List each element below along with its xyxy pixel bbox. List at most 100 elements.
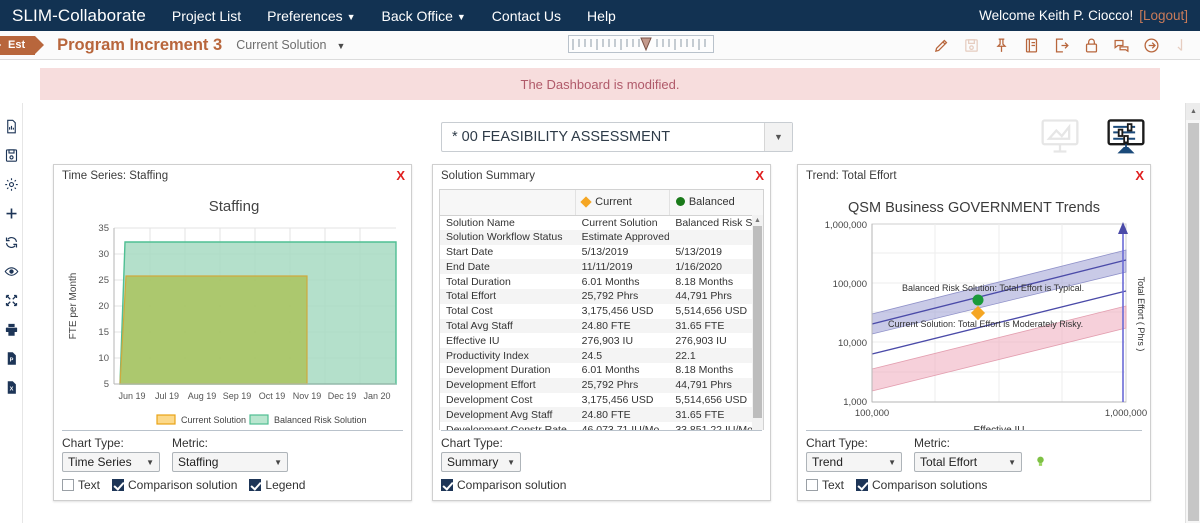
- checkbox-comparison-solutions[interactable]: [856, 479, 869, 491]
- nav-item-preferences[interactable]: Preferences ▼: [267, 8, 355, 24]
- chart-view-icon[interactable]: [1038, 115, 1082, 157]
- table-row[interactable]: Effective IU 276,903 IU 276,903 IU: [440, 333, 763, 349]
- settings-view-icon[interactable]: [1104, 115, 1148, 157]
- svg-text:Dec 19: Dec 19: [328, 391, 357, 401]
- checkbox-comparison-solution-label: Comparison solution: [128, 478, 238, 492]
- chat-icon[interactable]: [1113, 37, 1130, 54]
- row-label: Development Duration: [440, 362, 576, 378]
- svg-text:10,000: 10,000: [838, 338, 867, 349]
- svg-text:100,000: 100,000: [833, 279, 867, 290]
- table-row[interactable]: Development Duration 6.01 Months 8.18 Mont…: [440, 362, 763, 378]
- svg-text:10: 10: [98, 353, 109, 364]
- pin-icon[interactable]: [993, 37, 1010, 54]
- nav-item-contact-us[interactable]: Contact Us: [492, 8, 561, 24]
- status-banner: The Dashboard is modified.: [40, 68, 1160, 100]
- download-icon[interactable]: [1173, 37, 1190, 54]
- arrow-right-circle-icon[interactable]: [1143, 37, 1160, 54]
- panel-checkbox-row: Comparison solution: [441, 478, 762, 492]
- row-value: 25,792 Phrs: [575, 288, 670, 304]
- table-row[interactable]: Productivity Index 24.5 22.1: [440, 348, 763, 363]
- checkbox-text-label: Text: [822, 478, 845, 492]
- table-scrollbar[interactable]: ▲ ▼: [752, 215, 763, 430]
- close-icon[interactable]: X: [396, 168, 405, 183]
- row-value: 3,175,456 USD: [575, 392, 670, 408]
- col-header-balanced[interactable]: Balanced: [668, 190, 763, 216]
- scroll-up-icon[interactable]: ▲: [754, 217, 761, 224]
- table-row[interactable]: Start Date 5/13/2019 5/13/2019: [440, 244, 763, 260]
- table-row[interactable]: Development Effort 25,792 Phrs 44,791 Phrs: [440, 377, 763, 393]
- lock-icon[interactable]: [1083, 37, 1100, 54]
- metric-select[interactable]: Staffing ▼: [172, 452, 288, 472]
- metric-select[interactable]: Total Effort ▼: [914, 452, 1022, 472]
- row-value: 44,791 Phrs: [669, 288, 763, 304]
- annotation-balanced: Balanced Risk Solution: Total Effort is …: [902, 283, 1084, 293]
- table-row[interactable]: Total Effort 25,792 Phrs 44,791 Phrs: [440, 288, 763, 304]
- chevron-down-icon: ▼: [274, 457, 282, 467]
- chart-type-select[interactable]: Time Series ▼: [62, 452, 160, 472]
- welcome-text: Welcome Keith P. Ciocco!: [979, 8, 1134, 23]
- chevron-down-icon[interactable]: ▼: [764, 123, 792, 151]
- page-scrollbar-thumb[interactable]: [1188, 123, 1199, 521]
- scrollbar-thumb[interactable]: [753, 226, 762, 418]
- panel-controls: Chart Type: Summary ▼ Comparison solution: [441, 430, 762, 500]
- row-label: Solution Workflow Status: [440, 229, 576, 245]
- nav-item-back-office[interactable]: Back Office ▼: [382, 8, 466, 24]
- phase-ruler-slider[interactable]: [568, 35, 714, 53]
- panel-trend-total-effort: Trend: Total Effort X QSM Business GOVER…: [797, 164, 1151, 501]
- y-axis-label: FTE per Month: [68, 273, 79, 340]
- annotation-current: Current Solution: Total Effort is Modera…: [888, 319, 1083, 329]
- chevron-down-icon: ▼: [336, 41, 346, 51]
- table-row[interactable]: Solution Workflow Status Estimate Approve…: [440, 229, 763, 245]
- nav-item-help[interactable]: Help: [587, 8, 616, 24]
- checkbox-legend[interactable]: [249, 479, 262, 491]
- table-row[interactable]: Solution Name Current Solution Balanced Ri…: [440, 215, 763, 230]
- notes-icon[interactable]: [1023, 37, 1040, 54]
- chevron-down-icon: ▼: [456, 11, 466, 22]
- stage-chip-est[interactable]: Est: [0, 35, 45, 55]
- col-header-metric[interactable]: [440, 190, 576, 216]
- table-row[interactable]: Development Cost 3,175,456 USD 5,514,656 U…: [440, 392, 763, 408]
- svg-text:1,000,000: 1,000,000: [825, 220, 867, 231]
- row-value: 5,514,656 USD: [669, 303, 763, 319]
- svg-text:1,000: 1,000: [843, 397, 867, 408]
- svg-text:5: 5: [104, 379, 109, 390]
- table-row[interactable]: Total Duration 6.01 Months 8.18 Months: [440, 274, 763, 289]
- panel-checkbox-row: Text Comparison solutions: [806, 478, 1142, 492]
- svg-text:30: 30: [98, 249, 109, 260]
- table-row[interactable]: Total Cost 3,175,456 USD 5,514,656 USD: [440, 303, 763, 319]
- row-value: [669, 229, 763, 245]
- chart-type-select[interactable]: Trend ▼: [806, 452, 902, 472]
- chart-type-select[interactable]: Summary ▼: [441, 452, 521, 472]
- close-icon[interactable]: X: [1135, 168, 1144, 183]
- data-point-balanced[interactable]: [972, 294, 984, 306]
- scroll-up-icon[interactable]: ▲: [1186, 103, 1200, 120]
- checkbox-comparison-solution-label: Comparison solution: [457, 478, 567, 492]
- svg-text:Jul 19: Jul 19: [155, 391, 179, 401]
- save-disk-icon[interactable]: [963, 37, 980, 54]
- pencil-icon[interactable]: [933, 37, 950, 54]
- nav-item-project-list[interactable]: Project List: [172, 8, 241, 24]
- row-label: Total Avg Staff: [440, 318, 576, 334]
- table-row[interactable]: End Date 11/11/2019 1/16/2020: [440, 259, 763, 275]
- export-icon[interactable]: [1053, 37, 1070, 54]
- checkbox-text[interactable]: [806, 479, 818, 491]
- table-row[interactable]: Development Avg Staff 24.80 FTE 31.65 FTE: [440, 407, 763, 423]
- close-icon[interactable]: X: [755, 168, 764, 183]
- table-row[interactable]: Total Avg Staff 24.80 FTE 31.65 FTE: [440, 318, 763, 334]
- table-row[interactable]: Development Constr Rate 46,073.71 IU/Mo 33…: [440, 422, 763, 430]
- checkbox-text[interactable]: [62, 479, 74, 491]
- col-header-current[interactable]: Current: [575, 190, 670, 216]
- help-bulb-icon[interactable]: [1034, 454, 1047, 469]
- solution-selector[interactable]: Current Solution ▼: [236, 38, 345, 52]
- status-banner-text: The Dashboard is modified.: [520, 76, 680, 92]
- dashboard-select[interactable]: * 00 FEASIBILITY ASSESSMENT ▼: [441, 122, 793, 152]
- checkbox-comparison-solution[interactable]: [441, 479, 453, 491]
- panel-title: Time Series: Staffing: [62, 169, 169, 182]
- page-scrollbar[interactable]: ▲: [1185, 103, 1200, 523]
- svg-text:100,000: 100,000: [855, 408, 889, 419]
- staffing-area-chart: Staffing 353025 201510 5 FTE per Month J…: [68, 198, 397, 425]
- checkbox-comparison-solution[interactable]: [112, 479, 125, 491]
- row-value: 5,514,656 USD: [669, 392, 763, 408]
- logout-link[interactable]: [Logout]: [1139, 8, 1188, 23]
- row-label: Productivity Index: [440, 348, 576, 363]
